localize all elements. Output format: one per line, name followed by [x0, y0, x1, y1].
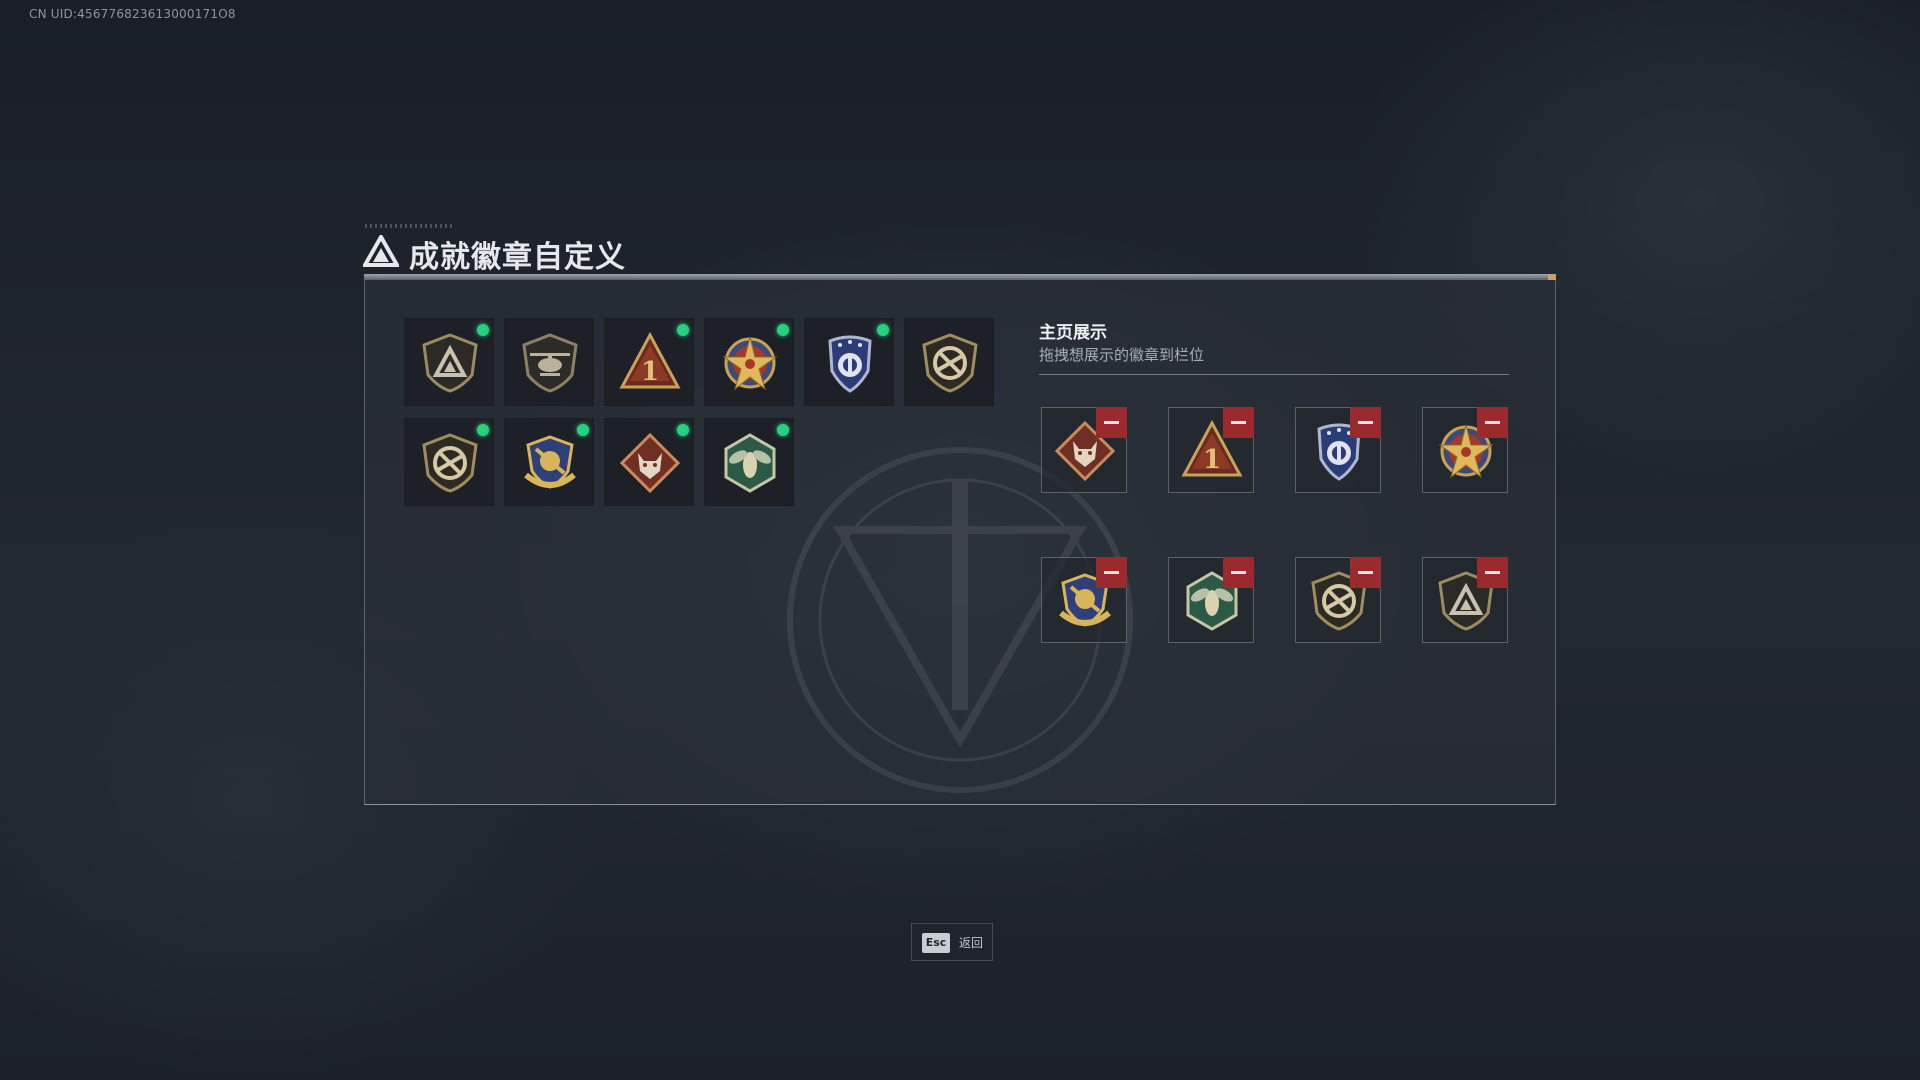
no-rifle-shield-badge-icon: [422, 433, 478, 493]
badge-slot[interactable]: [704, 318, 794, 406]
number-one-triangle-badge-icon: 1: [619, 331, 681, 389]
badge-slot[interactable]: [504, 418, 594, 506]
no-rifle-shield-badge-icon: [922, 333, 978, 393]
showcase-slot[interactable]: [1041, 407, 1127, 493]
dialog-header: 成就徽章自定义: [363, 224, 763, 275]
back-button[interactable]: Esc 返回: [911, 923, 993, 961]
badge-slot[interactable]: [604, 418, 694, 506]
badge-slot[interactable]: [804, 318, 894, 406]
showcase-slot[interactable]: [1295, 407, 1381, 493]
user-uid: CN UID:456776823613000171O8: [29, 7, 236, 21]
showcase-slot[interactable]: [1168, 557, 1254, 643]
showcase-slot[interactable]: [1041, 557, 1127, 643]
new-indicator-dot: [877, 324, 889, 336]
remove-badge-button[interactable]: [1223, 407, 1254, 438]
remove-badge-button[interactable]: [1350, 557, 1381, 588]
new-indicator-dot: [677, 424, 689, 436]
delta-triangle-icon: [363, 235, 399, 267]
badge-slot[interactable]: [404, 318, 494, 406]
panel-top-bar: [364, 274, 1556, 280]
remove-badge-button[interactable]: [1477, 557, 1508, 588]
gold-crest-badge-icon: [524, 435, 576, 489]
showcase-slot[interactable]: [1422, 557, 1508, 643]
new-indicator-dot: [577, 424, 589, 436]
badge-slot[interactable]: [504, 318, 594, 406]
delta-shield-badge-icon: [422, 333, 478, 393]
panel-accent: [1548, 274, 1556, 280]
badge-slot[interactable]: [704, 418, 794, 506]
wasp-hexagon-badge-icon: [724, 433, 776, 493]
showcase-slot[interactable]: [1422, 407, 1508, 493]
remove-badge-button[interactable]: [1477, 407, 1508, 438]
new-indicator-dot: [777, 424, 789, 436]
badge-slot[interactable]: [904, 318, 994, 406]
star-medal-badge-icon: [722, 336, 778, 391]
svg-text:1: 1: [1203, 445, 1221, 475]
police-shield-badge-icon: [828, 335, 872, 393]
showcase-title: 主页展示: [1039, 323, 1107, 343]
page-title: 成就徽章自定义: [409, 240, 626, 275]
back-label: 返回: [959, 936, 984, 950]
badge-slot[interactable]: 1: [604, 318, 694, 406]
new-indicator-dot: [677, 324, 689, 336]
new-indicator-dot: [477, 424, 489, 436]
remove-badge-button[interactable]: [1096, 407, 1127, 438]
showcase-slot[interactable]: [1295, 557, 1381, 643]
new-indicator-dot: [477, 324, 489, 336]
svg-text:1: 1: [641, 357, 659, 387]
showcase-divider: [1039, 374, 1509, 375]
showcase-subtitle: 拖拽想展示的徽章到栏位: [1039, 346, 1205, 364]
esc-key-icon: Esc: [922, 933, 950, 953]
remove-badge-button[interactable]: [1223, 557, 1254, 588]
wolf-diamond-badge-icon: [619, 432, 681, 494]
remove-badge-button[interactable]: [1350, 407, 1381, 438]
header-decoration: [365, 224, 455, 228]
badge-slot[interactable]: [404, 418, 494, 506]
remove-badge-button[interactable]: [1096, 557, 1127, 588]
helicopter-shield-badge-icon: [522, 333, 578, 393]
new-indicator-dot: [777, 324, 789, 336]
showcase-slot[interactable]: 1: [1168, 407, 1254, 493]
